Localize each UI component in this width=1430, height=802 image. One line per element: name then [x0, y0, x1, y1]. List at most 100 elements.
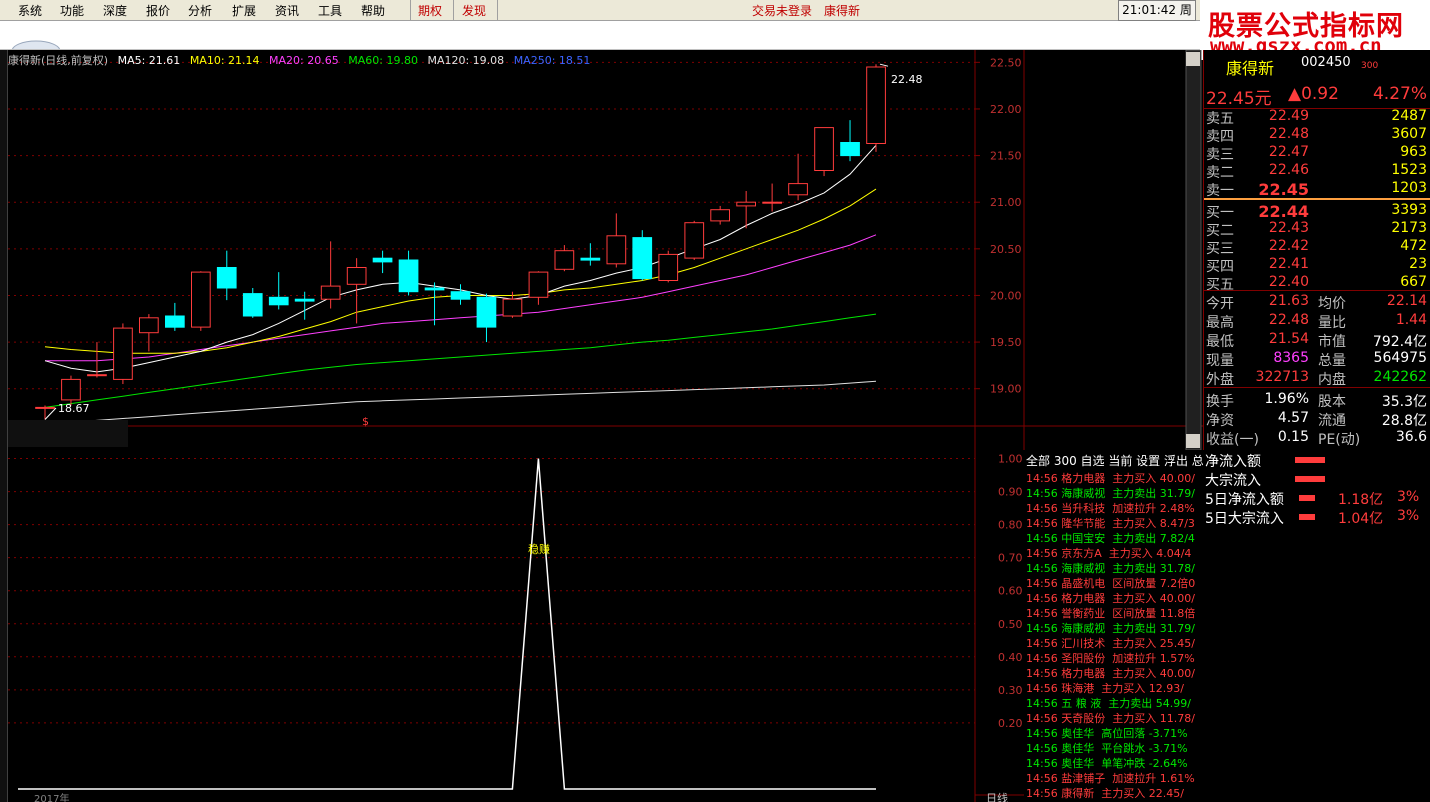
- low-price-label: 18.67: [58, 402, 90, 415]
- login-status[interactable]: 交易未登录: [752, 2, 812, 19]
- ask-price: 22.45: [1258, 180, 1309, 199]
- ticker-row[interactable]: 14:56 圣阳股份 加速拉升 1.57%: [1026, 650, 1195, 666]
- candle-body: [502, 298, 523, 317]
- ticker-stock: 京东方A: [1061, 547, 1102, 560]
- bid-level-label: 买四: [1206, 259, 1234, 275]
- ask-row[interactable]: 卖四 22.48 3607: [1204, 126, 1430, 145]
- menu-extend[interactable]: 扩展: [232, 2, 256, 19]
- menu-function[interactable]: 功能: [60, 2, 84, 19]
- ticker-row[interactable]: 14:56 海康威视 主力卖出 31.78/: [1026, 560, 1195, 576]
- ticker-row[interactable]: 14:56 誉衡药业 区间放量 11.8倍: [1026, 605, 1195, 621]
- ticker-row[interactable]: 14:56 五 粮 液 主力卖出 54.99/: [1026, 695, 1191, 711]
- ticker-tabs[interactable]: 全部 300 自选 当前 设置 浮出 总: [1026, 452, 1203, 469]
- fund-flow-row: 5日净流入额 1.18亿 3%: [1205, 489, 1419, 509]
- ticker-row[interactable]: 14:56 当升科技 加速拉升 2.48%: [1026, 500, 1195, 516]
- kline-chart[interactable]: 22.50 22.00 21.50 21.00 20.50 20.00 19.50 19.00…: [0, 50, 1203, 802]
- fund-flow-row: 净流入额: [1205, 451, 1325, 471]
- ticker-row[interactable]: 14:56 京东方A 主力买入 4.04/4: [1026, 545, 1191, 561]
- signal-label: 稳赚: [528, 542, 550, 556]
- stat-value: 21.63: [1268, 293, 1309, 309]
- ticker-time: 14:56: [1026, 472, 1058, 485]
- ticker-row[interactable]: 14:56 海康威视 主力卖出 31.79/: [1026, 485, 1195, 501]
- ticker-action: 加速拉升: [1112, 652, 1157, 665]
- menu-analysis[interactable]: 分析: [188, 2, 212, 19]
- indicator-tick-label: 0.20: [998, 717, 1023, 730]
- ticker-value: 12.93/: [1148, 682, 1184, 695]
- toolbar-globe-icon[interactable]: [0, 21, 61, 62]
- candle: [580, 243, 601, 266]
- ask-price: 22.48: [1268, 126, 1309, 142]
- price-tick-label: 20.50: [990, 243, 1022, 256]
- ticker-time: 14:56: [1026, 742, 1058, 755]
- bid-row[interactable]: 买四 22.41 23: [1204, 256, 1430, 275]
- candle: [346, 258, 367, 324]
- ticker-row[interactable]: 14:56 海康威视 主力卖出 31.79/: [1026, 620, 1195, 636]
- quote-divider: [1204, 290, 1430, 291]
- ask-row[interactable]: 卖三 22.47 963: [1204, 144, 1430, 163]
- ticker-row[interactable]: 14:56 奥佳华 平台跳水 -3.71%: [1026, 740, 1188, 756]
- ticker-row[interactable]: 14:56 格力电器 主力买入 40.00/: [1026, 470, 1195, 486]
- fund-flow-label: 净流入额: [1205, 454, 1261, 470]
- ticker-value: 2.48%: [1159, 502, 1195, 515]
- bid-row[interactable]: 买三 22.42 472: [1204, 238, 1430, 257]
- bid-price: 22.41: [1268, 256, 1309, 272]
- bid-row[interactable]: 买二 22.43 2173: [1204, 220, 1430, 239]
- quote-pct: 4.27%: [1372, 84, 1427, 104]
- stat-value: 0.15: [1277, 429, 1309, 445]
- menu-depth[interactable]: 深度: [103, 2, 127, 19]
- fund-flow-value: 1.04亿: [1338, 511, 1384, 527]
- bid-volume: 667: [1400, 274, 1427, 290]
- ticker-time: 14:56: [1026, 607, 1058, 620]
- candle-body: [736, 201, 756, 207]
- ticker-row[interactable]: 14:56 格力电器 主力买入 40.00/: [1026, 590, 1195, 606]
- ticker-row[interactable]: 14:56 中国宝安 主力卖出 7.82/4: [1026, 530, 1195, 546]
- indicator-tick-label: 0.80: [998, 519, 1023, 532]
- fund-flow-label: 5日大宗流入: [1205, 511, 1284, 527]
- candle: [320, 241, 341, 309]
- bid-row[interactable]: 买一 22.44 3393: [1204, 202, 1430, 221]
- ask-row[interactable]: 卖二 22.46 1523: [1204, 162, 1430, 181]
- quote-index-tag: 300: [1361, 61, 1379, 71]
- candle: [606, 213, 627, 268]
- candle: [762, 183, 782, 212]
- ticker-row[interactable]: 14:56 奥佳华 单笔冲跌 -2.64%: [1026, 755, 1188, 771]
- candle-body: [35, 406, 55, 409]
- ticker-stock: 当升科技: [1061, 502, 1106, 515]
- menu-quote[interactable]: 报价: [146, 2, 170, 19]
- candle: [61, 375, 81, 406]
- ticker-value: 25.45/: [1159, 637, 1195, 650]
- ticker-row[interactable]: 14:56 珠海港 主力买入 12.93/: [1026, 680, 1184, 696]
- ticker-row[interactable]: 14:56 康得新 主力买入 22.45/: [1026, 785, 1184, 801]
- ticker-row[interactable]: 14:56 奥佳华 高位回落 -3.71%: [1026, 725, 1188, 741]
- ticker-stock: 汇川技术: [1061, 637, 1106, 650]
- menu-options[interactable]: 期权: [418, 2, 442, 19]
- quote-header: 康得新 002450 300: [1204, 55, 1430, 78]
- ticker-row[interactable]: 14:56 盐津铺子 加速拉升 1.61%: [1026, 770, 1195, 786]
- ask-row[interactable]: 卖五 22.49 2487: [1204, 108, 1430, 127]
- menu-tools[interactable]: 工具: [318, 2, 342, 19]
- menu-help[interactable]: 帮助: [361, 2, 385, 19]
- ticker-action: 主力买入: [1112, 712, 1157, 725]
- ticker-stock: 中国宝安: [1061, 532, 1106, 545]
- ticker-row[interactable]: 14:56 天奇股份 主力买入 11.78/: [1026, 710, 1195, 726]
- indicator-tick-label: 0.60: [998, 585, 1023, 598]
- ma10-label: MA10: 21.14: [189, 54, 260, 67]
- ask-row[interactable]: 卖一 22.45 1203: [1204, 180, 1430, 199]
- market-ticker[interactable]: 全部 300 自选 当前 设置 浮出 总 14:56 格力电器 主力买入 40.…: [1025, 450, 1203, 802]
- stat-value: 22.14: [1386, 293, 1427, 309]
- menu-discover[interactable]: 发现: [462, 2, 486, 19]
- ticker-row[interactable]: 14:56 晶盛机电 区间放量 7.2倍0: [1026, 575, 1195, 591]
- ticker-row[interactable]: 14:56 汇川技术 主力买入 25.45/: [1026, 635, 1195, 651]
- toolbar: [0, 21, 1200, 62]
- ticker-row[interactable]: 14:56 格力电器 主力买入 40.00/: [1026, 665, 1195, 681]
- menu-system[interactable]: 系统: [18, 2, 42, 19]
- ticker-value: 8.47/3: [1159, 517, 1195, 530]
- menu-news[interactable]: 资讯: [275, 2, 299, 19]
- ticker-time: 14:56: [1026, 697, 1058, 710]
- stat-row: 最低 21.54 市值 792.4亿: [1204, 331, 1430, 350]
- ma20-label: MA20: 20.65: [269, 54, 339, 67]
- year-label: 2017年: [34, 792, 69, 802]
- bid-level-label: 买二: [1206, 223, 1234, 239]
- ticker-row[interactable]: 14:56 隆华节能 主力买入 8.47/3: [1026, 515, 1195, 531]
- candle: [139, 314, 159, 352]
